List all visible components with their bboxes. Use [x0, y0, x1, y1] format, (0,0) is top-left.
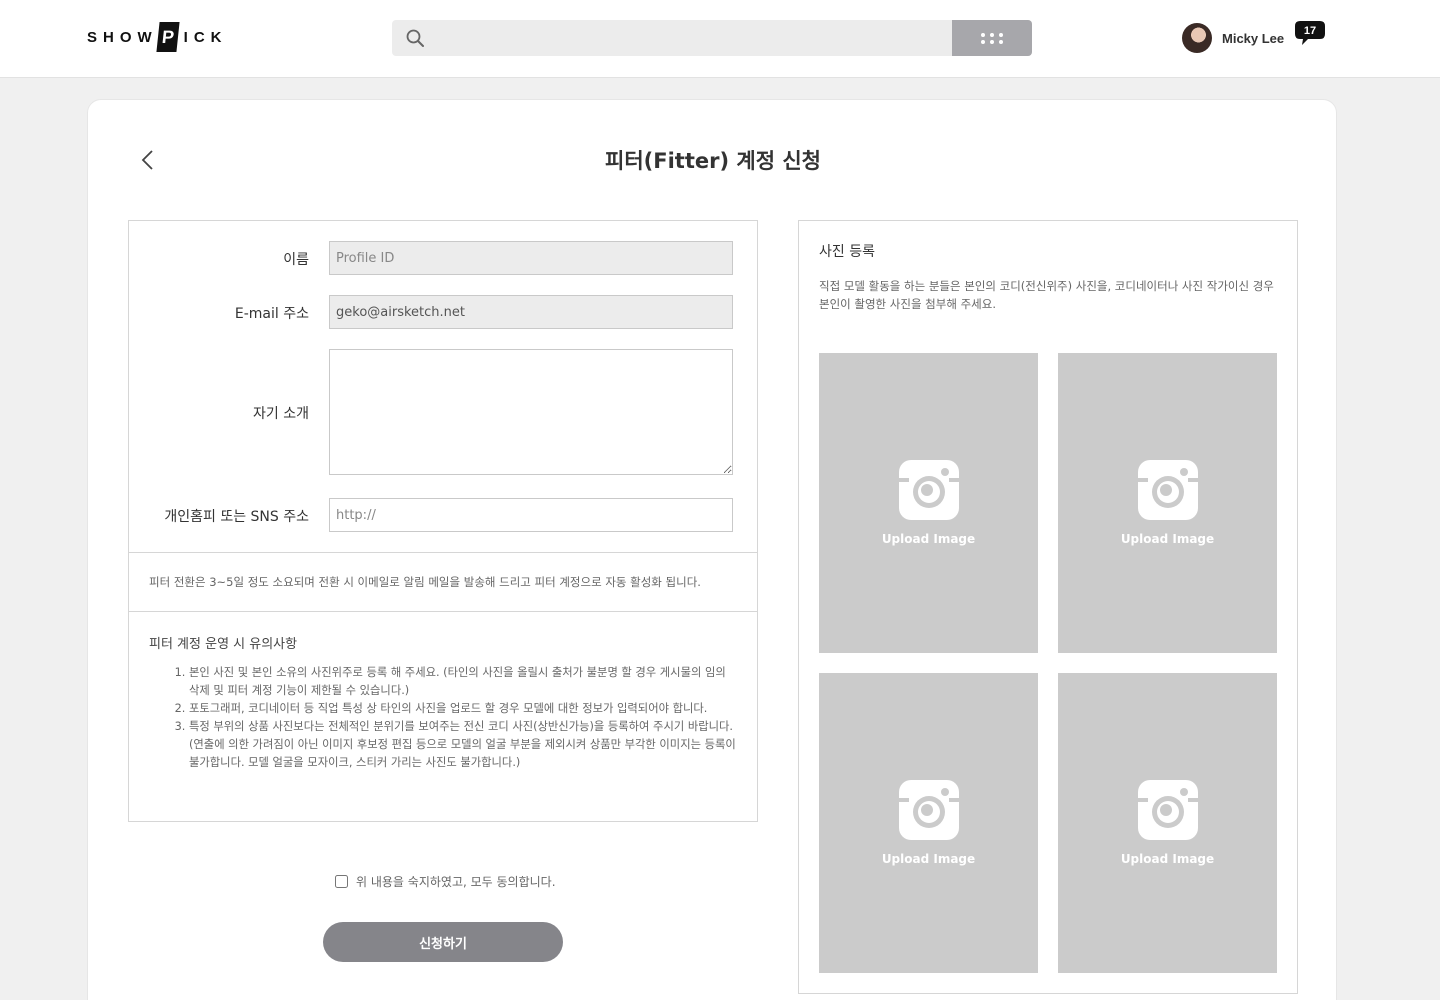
camera-icon [1138, 460, 1198, 520]
application-form: 이름 E-mail 주소 자기 소개 개인홈피 또는 SNS 주소 피터 전환은… [128, 220, 758, 822]
avatar[interactable] [1182, 23, 1212, 53]
upload-image-tile[interactable]: Upload Image [819, 673, 1038, 973]
logo-p-box: P [156, 22, 180, 52]
notification-count: 17 [1304, 25, 1316, 37]
showpick-logo[interactable]: SHOW P ICK [87, 22, 228, 52]
user-name[interactable]: Micky Lee [1222, 31, 1284, 46]
agree-checkbox[interactable] [335, 875, 348, 888]
cautions-list: 본인 사진 및 본인 소유의 사진위주로 등록 해 주세요. (타인의 사진을 … [189, 664, 739, 772]
divider [129, 611, 757, 612]
logo-text-ick: ICK [183, 28, 228, 46]
camera-icon [899, 780, 959, 840]
caution-item: 포토그래퍼, 코디네이터 등 직업 특성 상 타인의 사진을 업로드 할 경우 … [189, 700, 739, 718]
intro-textarea[interactable] [329, 349, 733, 475]
upload-image-label: Upload Image [881, 532, 976, 546]
name-label: 이름 [283, 252, 309, 268]
agree-checkbox-row[interactable]: 위 내용을 숙지하였고, 모두 동의합니다. [335, 873, 556, 890]
top-navigation-bar: SHOW P ICK Micky Lee 17 [0, 0, 1440, 78]
category-menu-button[interactable] [952, 20, 1032, 56]
camera-icon [1138, 780, 1198, 840]
agree-label[interactable]: 위 내용을 숙지하였고, 모두 동의합니다. [356, 873, 556, 890]
divider [129, 552, 757, 553]
email-label: E-mail 주소 [234, 306, 309, 322]
user-profile[interactable]: Micky Lee 17 [1182, 21, 1325, 54]
search-icon[interactable] [406, 29, 424, 47]
upload-image-label: Upload Image [881, 852, 976, 866]
caution-item: 특정 부위의 상품 사진보다는 전체적인 분위기를 보여주는 전신 코디 사진(… [189, 718, 739, 772]
name-field[interactable] [329, 241, 733, 275]
submit-button[interactable]: 신청하기 [323, 922, 563, 962]
application-card: 피터(Fitter) 계정 신청 이름 E-mail 주소 자기 소개 개인홈피… [87, 99, 1337, 1000]
notification-badge[interactable]: 17 [1294, 20, 1326, 46]
sns-label: 개인홈피 또는 SNS 주소 [164, 509, 309, 525]
upload-image-tile[interactable]: Upload Image [1058, 353, 1277, 653]
upload-image-label: Upload Image [1120, 532, 1215, 546]
logo-text-show: SHOW [87, 28, 158, 46]
sns-url-field[interactable] [329, 498, 733, 532]
search-bar [392, 20, 1032, 56]
camera-icon [899, 460, 959, 520]
caution-item: 본인 사진 및 본인 소유의 사진위주로 등록 해 주세요. (타인의 사진을 … [189, 664, 739, 700]
grid-dots-icon [981, 32, 1003, 44]
email-field[interactable] [329, 295, 733, 329]
upload-image-label: Upload Image [1120, 852, 1215, 866]
page-title: 피터(Fitter) 계정 신청 [605, 149, 821, 173]
upload-image-tile[interactable]: Upload Image [1058, 673, 1277, 973]
cautions-title: 피터 계정 운영 시 유의사항 [149, 637, 298, 652]
photo-section-title: 사진 등록 [819, 244, 875, 260]
photo-section-description: 직접 모델 활동을 하는 분들은 본인의 코디(전신위주) 사진을, 코디네이터… [819, 279, 1274, 311]
upload-image-tile[interactable]: Upload Image [819, 353, 1038, 653]
photo-upload-panel: 사진 등록 직접 모델 활동을 하는 분들은 본인의 코디(전신위주) 사진을,… [798, 220, 1298, 994]
intro-label: 자기 소개 [253, 406, 309, 422]
activation-notice: 피터 전환은 3~5일 정도 소요되며 전환 시 이메일로 알림 메일을 발송해… [149, 575, 701, 589]
search-input[interactable] [436, 20, 936, 56]
